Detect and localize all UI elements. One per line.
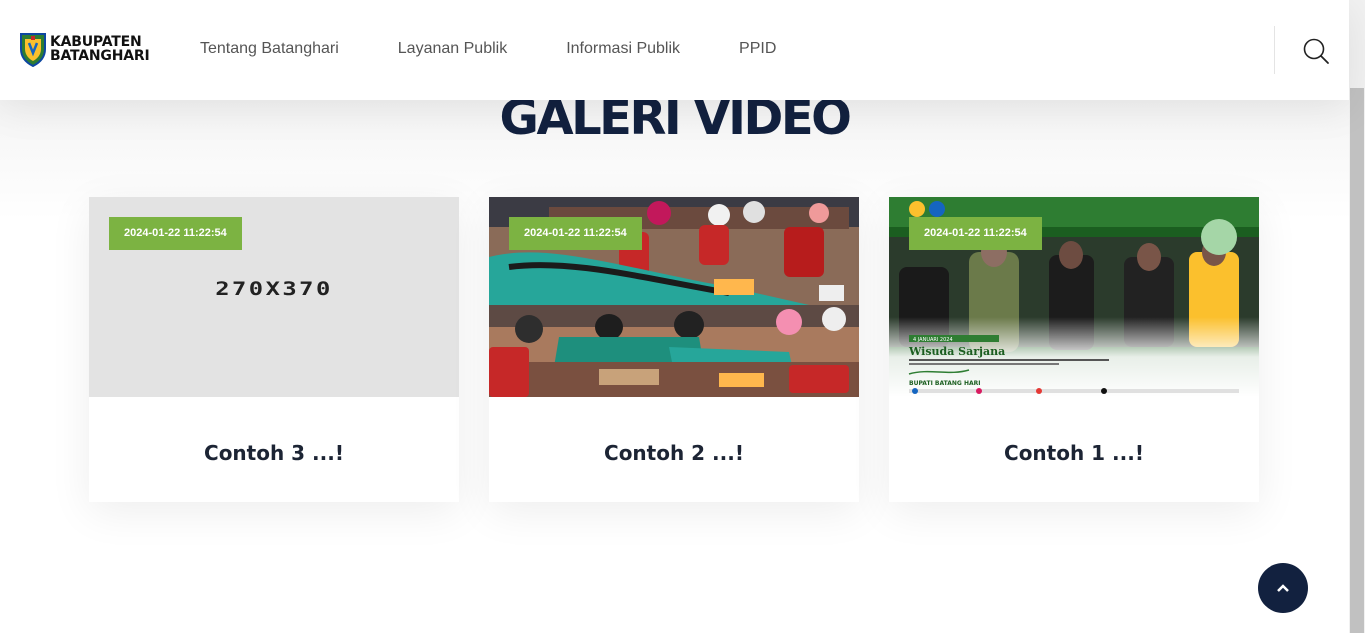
- card-title[interactable]: Contoh 3 ...!: [89, 441, 459, 465]
- nav-item-layanan-publik[interactable]: Layanan Publik: [398, 40, 507, 58]
- poster-footer: BUPATI BATANG HARI: [909, 380, 980, 387]
- poster-date: 4 JANUARI 2024: [913, 337, 953, 343]
- poster-headline: Wisuda Sarjana: [908, 345, 1005, 358]
- date-badge: 2024-01-22 11:22:54: [509, 217, 642, 250]
- brand-line-1: KABUPATEN: [50, 34, 142, 50]
- chevron-up-icon: [1277, 584, 1289, 592]
- header-divider: [1274, 26, 1275, 74]
- video-card[interactable]: 4 JANUARI 2024 Wisuda Sarjana BUPATI BAT…: [889, 197, 1259, 502]
- search-icon[interactable]: [1302, 37, 1330, 65]
- card-title[interactable]: Contoh 2 ...!: [489, 441, 859, 465]
- nav-item-tentang-batanghari[interactable]: Tentang Batanghari: [200, 40, 339, 58]
- nav-item-informasi-publik[interactable]: Informasi Publik: [566, 40, 680, 58]
- placeholder-label: 270X370: [215, 278, 333, 300]
- brand-line-2: BATANGHARI: [50, 48, 150, 64]
- date-badge: 2024-01-22 11:22:54: [109, 217, 242, 250]
- shield-logo-icon: [20, 33, 46, 67]
- site-header: KABUPATEN BATANGHARI Tentang Batanghari …: [0, 0, 1349, 100]
- site-logo[interactable]: KABUPATEN BATANGHARI: [19, 31, 150, 67]
- brand-name: KABUPATEN BATANGHARI: [50, 34, 150, 64]
- nav-item-ppid[interactable]: PPID: [739, 40, 776, 58]
- page: GALERI VIDEO KABUPATEN BATANGHARI Tentan…: [0, 0, 1365, 633]
- video-card[interactable]: 2024-01-22 11:22:54 Contoh 2 ...!: [489, 197, 859, 502]
- main-nav: Tentang Batanghari Layanan Publik Inform…: [200, 40, 835, 58]
- scrollbar-thumb[interactable]: [1350, 88, 1364, 633]
- back-to-top-button[interactable]: [1258, 563, 1308, 613]
- video-card[interactable]: 270X370 2024-01-22 11:22:54 Contoh 3 ...…: [89, 197, 459, 502]
- card-title[interactable]: Contoh 1 ...!: [889, 441, 1259, 465]
- date-badge: 2024-01-22 11:22:54: [909, 217, 1042, 250]
